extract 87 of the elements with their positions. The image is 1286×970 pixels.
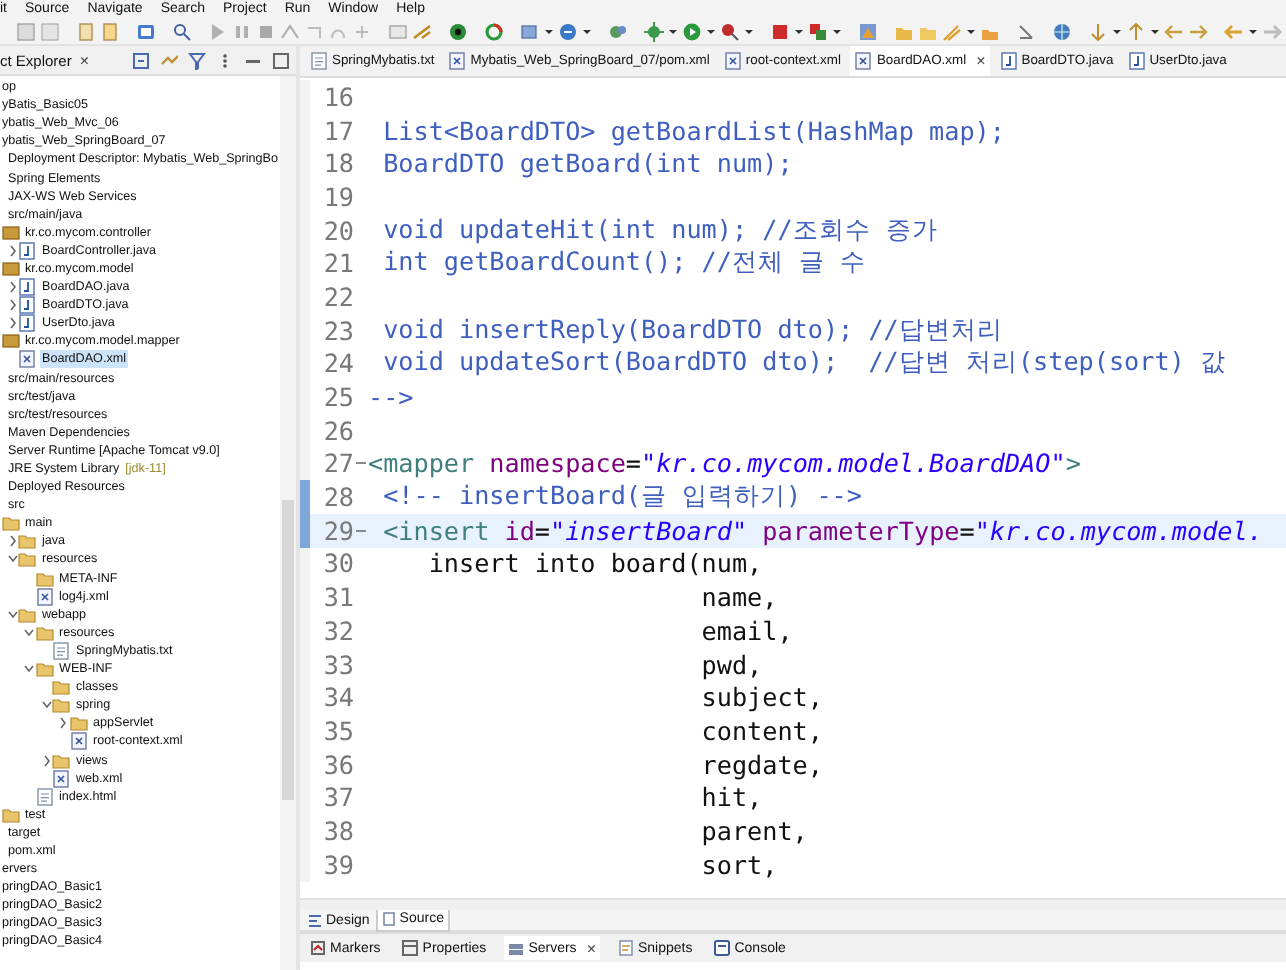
filter-icon[interactable] (188, 51, 206, 69)
code-line: <!-- insertBoard(글 입력하기) --> (381, 480, 862, 515)
line-number: 28 (322, 482, 354, 513)
line-number: 30 (322, 548, 354, 579)
line-number: 31 (322, 582, 354, 613)
code-line: regdate, (699, 749, 823, 780)
snippet-icon (617, 940, 634, 956)
fold-icon[interactable] (356, 458, 366, 469)
code-line: name, (699, 582, 778, 613)
console-icon (714, 940, 731, 956)
line-number: 24 (322, 348, 354, 379)
monitor-icon[interactable] (136, 22, 156, 42)
text-file-icon (35, 787, 53, 806)
code-line: content, (699, 715, 823, 746)
line-number: 38 (322, 815, 354, 846)
line-number: 36 (322, 749, 354, 780)
scrollbar[interactable] (300, 898, 1286, 910)
code-line: <mapper namespace="kr.co.mycom.model.BoardDAO"> (368, 448, 1081, 479)
package-icon (1, 332, 19, 351)
line-number: 21 (322, 248, 354, 279)
close-icon[interactable]: × (79, 51, 90, 69)
line-number: 17 (322, 115, 354, 146)
folder-icon (1, 805, 19, 824)
line-number: 22 (322, 281, 354, 312)
markers-icon (310, 940, 326, 956)
code-line: List<BoardDTO> getBoardList(HashMap map); (381, 115, 1005, 146)
line-number: 35 (322, 715, 354, 746)
xml-file-icon (448, 52, 467, 70)
line-number: 27 (322, 448, 354, 479)
java-file-icon (18, 241, 36, 260)
text-file-icon (310, 52, 328, 70)
line-number: 29 (322, 515, 354, 546)
code-line: hit, (699, 782, 763, 813)
line-number: 34 (322, 682, 354, 713)
code-line: pwd, (699, 649, 763, 680)
code-line: <insert id="insertBoard" parameterType="kr.co.mycom.model. (381, 515, 1263, 546)
code-line: void updateSort(BoardDTO dto); //답변 처리(step(sort) 값 (381, 346, 1226, 381)
xml-file-icon (52, 769, 70, 788)
collapse-icon[interactable] (132, 51, 150, 69)
line-number: 16 (322, 81, 354, 112)
scrollbar[interactable] (280, 76, 296, 970)
java-file-icon (18, 278, 36, 297)
line-number: 20 (322, 215, 354, 246)
code-line: sort, (699, 849, 778, 880)
layout-icon (308, 913, 322, 927)
line-number: 26 (322, 415, 354, 446)
xml-file-icon (18, 350, 36, 369)
fold-icon[interactable] (356, 525, 366, 536)
code-line: BoardDTO getBoard(int num); (381, 148, 793, 179)
close-icon[interactable]: × (976, 52, 986, 70)
text-file-icon (52, 641, 70, 660)
xml-file-icon (35, 587, 53, 606)
java-file-icon (18, 314, 36, 333)
arrow-right-icon[interactable] (1188, 22, 1208, 42)
line-number: 33 (322, 649, 354, 680)
maximize-icon[interactable] (272, 51, 290, 69)
search-icon[interactable] (172, 22, 192, 42)
line-number: 19 (322, 181, 354, 212)
stop-icon[interactable] (770, 22, 790, 42)
line-number: 32 (322, 615, 354, 646)
code-line: email, (699, 615, 793, 646)
line-number: 23 (322, 315, 354, 346)
table-icon (402, 940, 419, 956)
close-icon[interactable]: × (586, 939, 596, 957)
line-number: 18 (322, 148, 354, 179)
xml-file-icon (854, 52, 873, 70)
xml-file-icon (69, 732, 87, 751)
code-line: subject, (699, 682, 823, 713)
code-line: int getBoardCount(); //전체 글 수 (381, 246, 867, 281)
code-line: --> (368, 382, 414, 413)
java-file-icon (999, 52, 1018, 70)
target-icon[interactable] (448, 22, 468, 42)
line-number: 25 (322, 382, 354, 413)
java-file-icon (1127, 52, 1146, 70)
refresh-icon[interactable] (484, 22, 504, 42)
code-line: insert into board(num, (426, 548, 763, 579)
xml-file-icon (723, 52, 742, 70)
code-line: parent, (699, 815, 808, 846)
code-line: void insertReply(BoardDTO dto); //답변처리 (381, 313, 1003, 348)
scrollbar-thumb[interactable] (282, 500, 294, 800)
line-number: 39 (322, 849, 354, 880)
image-icon[interactable] (858, 22, 878, 42)
document-icon (381, 912, 396, 926)
stop-icon[interactable] (256, 22, 276, 42)
java-file-icon (18, 296, 36, 315)
line-number: 37 (322, 782, 354, 813)
code-line: void updateHit(int num); //조회수 증가 (381, 213, 938, 248)
